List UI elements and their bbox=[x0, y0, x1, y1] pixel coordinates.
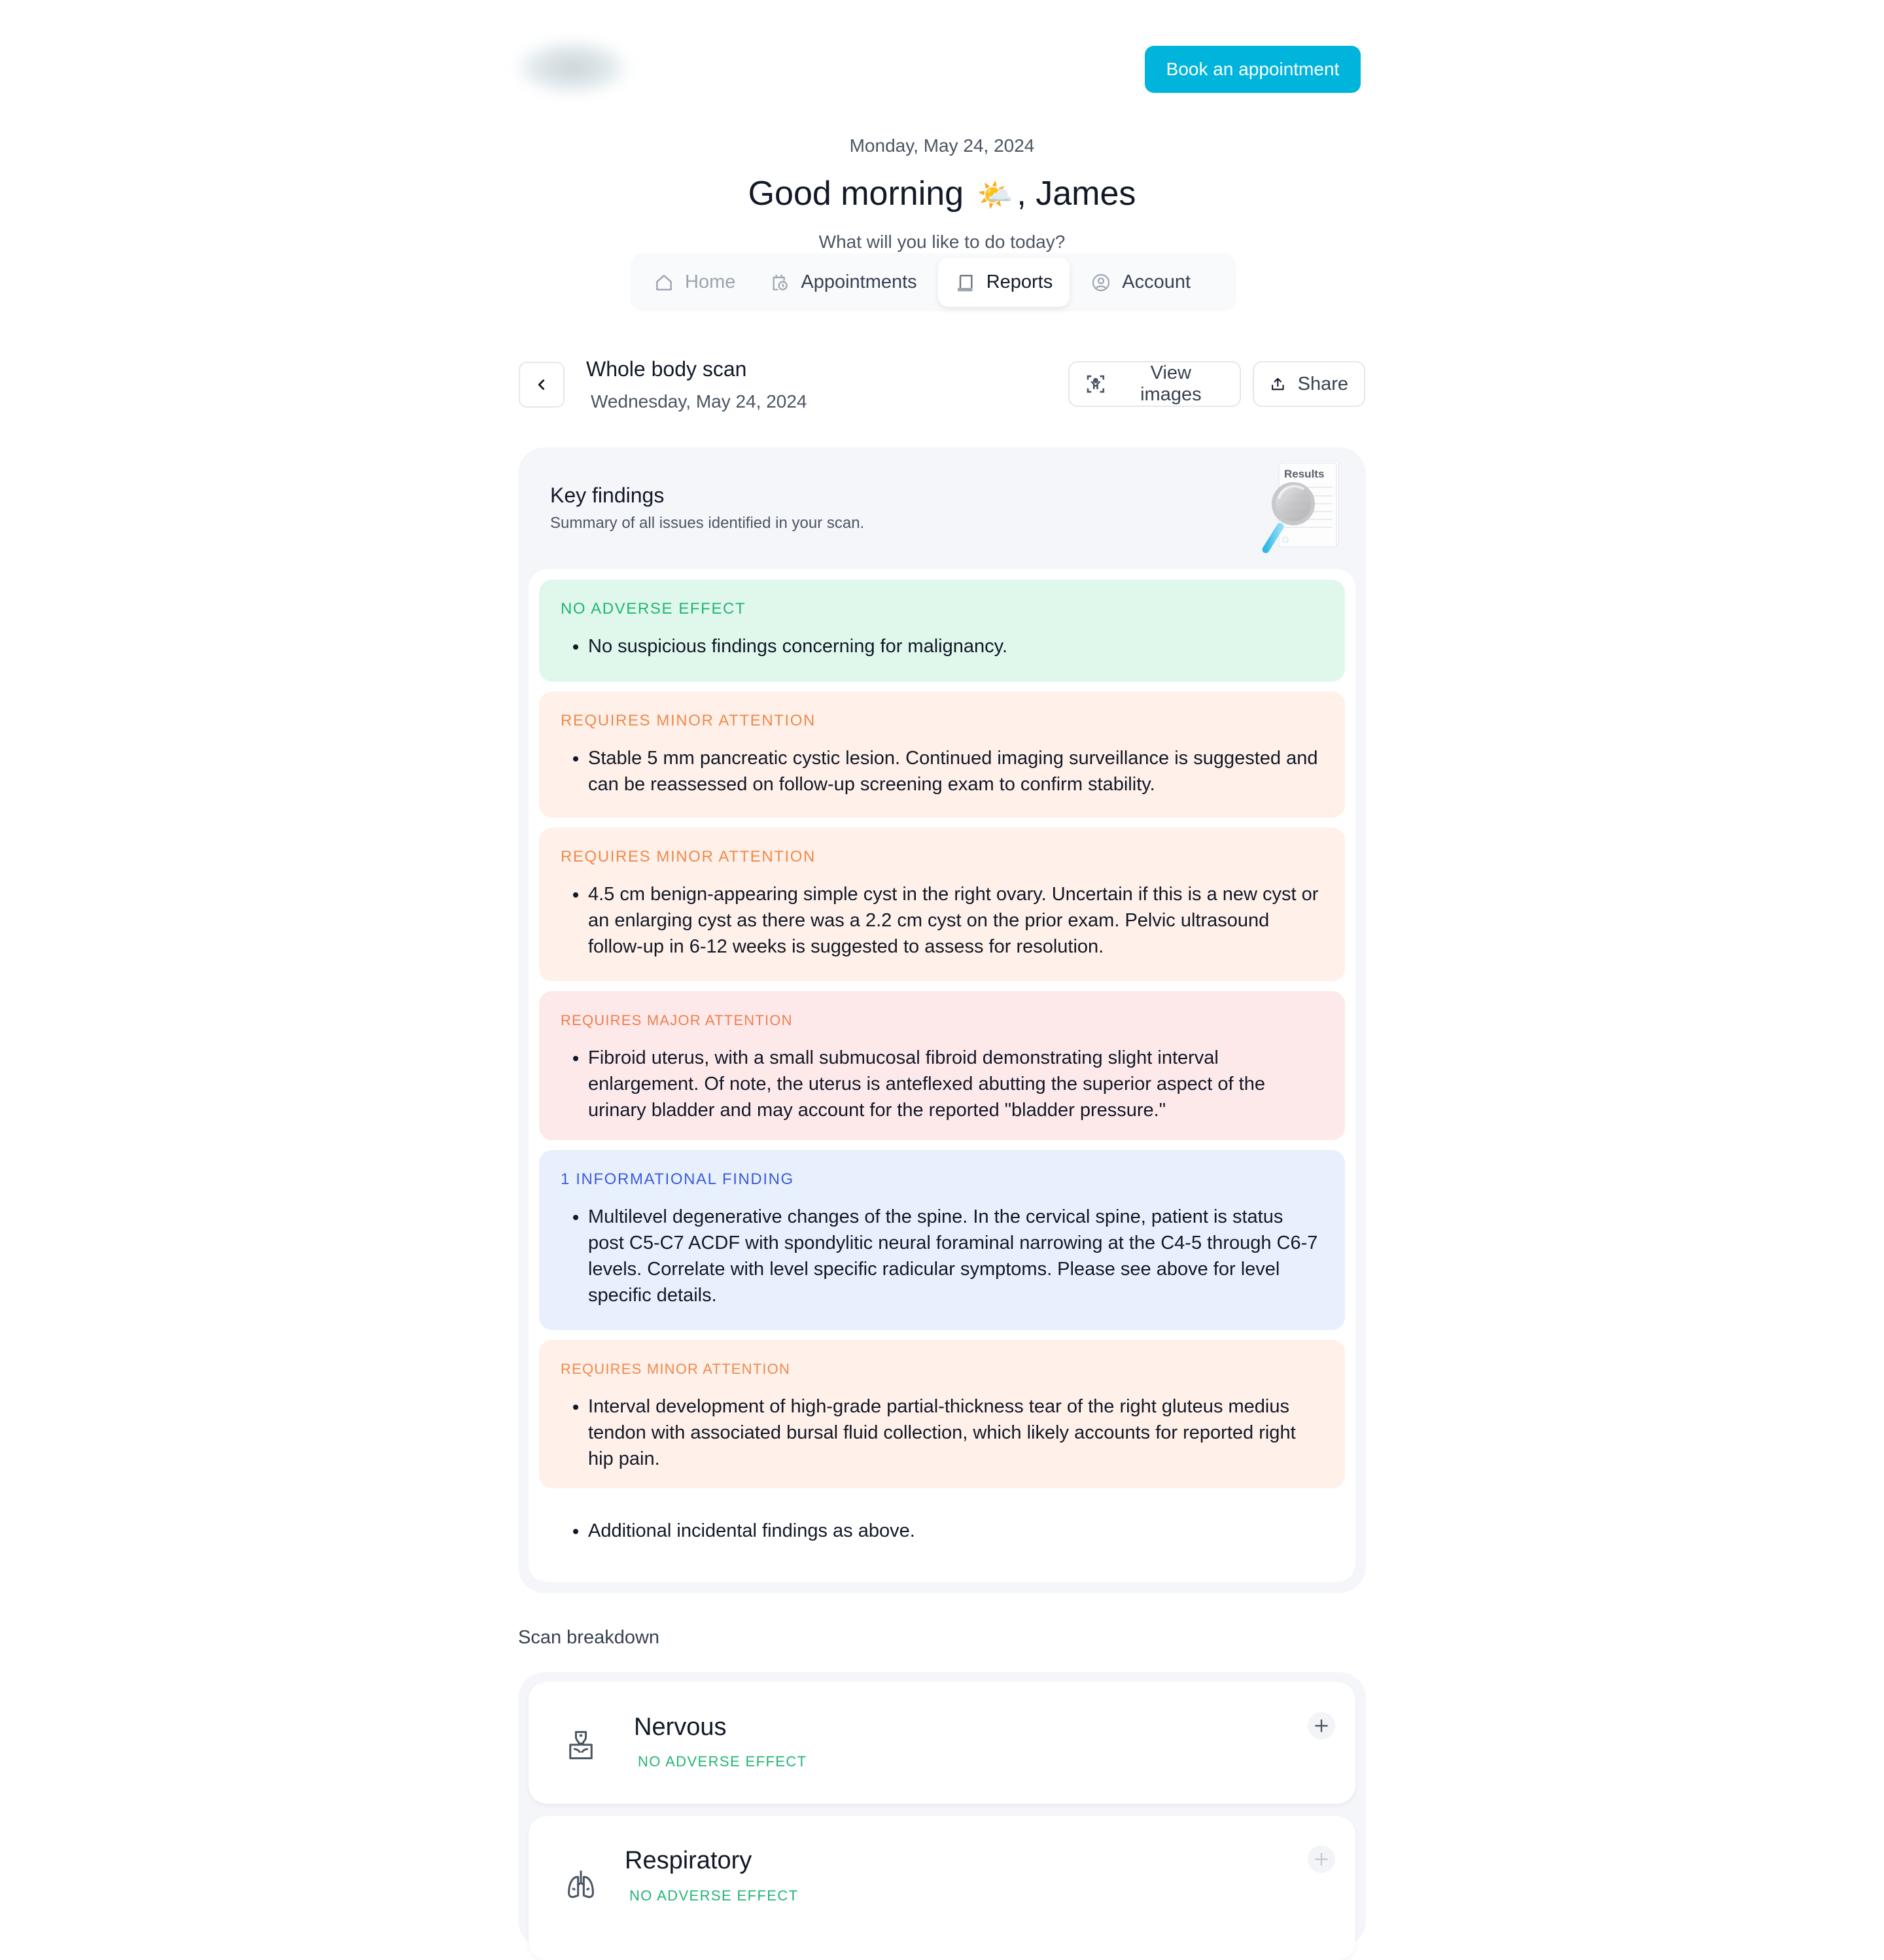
user-circle-icon bbox=[1092, 273, 1110, 291]
expand-button[interactable] bbox=[1308, 1712, 1335, 1740]
view-images-label: View images bbox=[1140, 362, 1202, 405]
finding-card: 1 INFORMATIONAL FINDING Multilevel degen… bbox=[539, 1150, 1345, 1330]
greeting-prefix: Good morning bbox=[748, 175, 964, 213]
finding-status: REQUIRES MINOR ATTENTION bbox=[561, 848, 816, 866]
key-findings-list: NO ADVERSE EFFECT No suspicious findings… bbox=[529, 569, 1355, 1582]
view-images-button[interactable]: View images bbox=[1068, 361, 1241, 407]
additional-findings: Additional incidental findings as above. bbox=[539, 1498, 1345, 1565]
plus-icon bbox=[1315, 1719, 1328, 1732]
tab-reports[interactable]: Reports bbox=[937, 258, 1070, 307]
key-findings-subtitle: Summary of all issues identified in your… bbox=[550, 514, 865, 532]
finding-status: REQUIRES MINOR ATTENTION bbox=[561, 712, 816, 729]
finding-text: No suspicious findings concerning for ma… bbox=[588, 633, 1324, 659]
finding-status: REQUIRES MAJOR ATTENTION bbox=[561, 1012, 793, 1028]
finding-text: Multilevel degenerative changes of the s… bbox=[588, 1204, 1324, 1308]
tab-account[interactable]: Account bbox=[1073, 258, 1208, 307]
sun-cloud-icon: 🌤️ bbox=[977, 179, 1013, 212]
key-findings-title: Key findings bbox=[550, 483, 665, 507]
share-label: Share bbox=[1297, 373, 1348, 394]
greeting: Good morning 🌤️, James bbox=[518, 173, 1366, 217]
chevron-left-icon bbox=[538, 379, 545, 390]
results-text: Results bbox=[1284, 468, 1324, 480]
book-appointment-button[interactable]: Book an appointment bbox=[1145, 46, 1361, 93]
system-status: NO ADVERSE EFFECT bbox=[638, 1753, 807, 1770]
logo[interactable] bbox=[517, 41, 628, 94]
finding-text: Interval development of high-grade parti… bbox=[588, 1393, 1324, 1472]
current-date: Monday, May 24, 2024 bbox=[849, 135, 1035, 156]
results-magnifier-illustration: Results bbox=[1262, 461, 1339, 553]
report-icon bbox=[957, 274, 973, 291]
finding-status: 1 INFORMATIONAL FINDING bbox=[561, 1170, 794, 1188]
body-scan-icon bbox=[1087, 375, 1105, 393]
plus-icon bbox=[1315, 1853, 1328, 1866]
upload-share-icon bbox=[1272, 377, 1284, 391]
tab-reports-label: Reports bbox=[986, 271, 1053, 292]
finding-card: NO ADVERSE EFFECT No suspicious findings… bbox=[539, 580, 1345, 682]
nervous-system-icon bbox=[569, 1730, 593, 1760]
tab-home[interactable]: Home bbox=[635, 258, 752, 307]
tab-appointments-label: Appointments bbox=[801, 271, 917, 292]
report-title: Whole body scan bbox=[586, 357, 747, 381]
report-date: Wednesday, May 24, 2024 bbox=[591, 391, 807, 411]
scan-breakdown-label: Scan breakdown bbox=[518, 1627, 660, 1648]
system-name: Respiratory bbox=[625, 1847, 752, 1874]
system-card-nervous[interactable]: Nervous NO ADVERSE EFFECT bbox=[529, 1682, 1355, 1804]
main-tabs: Home Appointments Reports Account bbox=[630, 253, 1236, 311]
expand-button[interactable] bbox=[1308, 1846, 1335, 1873]
share-button[interactable]: Share bbox=[1253, 361, 1365, 407]
greeting-subtitle: What will you like to do today? bbox=[818, 232, 1066, 252]
finding-text: 4.5 cm benign-appearing simple cyst in t… bbox=[588, 881, 1324, 960]
greeting-name: , James bbox=[1017, 175, 1136, 213]
finding-status: NO ADVERSE EFFECT bbox=[561, 600, 746, 618]
tab-appointments[interactable]: Appointments bbox=[752, 258, 933, 307]
lungs-icon bbox=[568, 1870, 594, 1899]
calendar-clock-icon bbox=[773, 274, 788, 290]
finding-text: Stable 5 mm pancreatic cystic lesion. Co… bbox=[588, 745, 1324, 797]
finding-text: Fibroid uterus, with a small submucosal … bbox=[588, 1045, 1324, 1123]
back-button[interactable] bbox=[519, 362, 565, 408]
finding-card: REQUIRES MAJOR ATTENTION Fibroid uterus,… bbox=[539, 991, 1345, 1140]
tab-home-label: Home bbox=[685, 271, 736, 292]
system-name: Nervous bbox=[634, 1713, 727, 1741]
home-icon bbox=[656, 274, 672, 290]
finding-card: REQUIRES MINOR ATTENTION 4.5 cm benign-a… bbox=[539, 828, 1345, 981]
additional-findings-text: Additional incidental findings as above. bbox=[588, 1518, 1324, 1544]
system-status: NO ADVERSE EFFECT bbox=[629, 1887, 799, 1904]
tab-account-label: Account bbox=[1122, 271, 1191, 292]
finding-card: REQUIRES MINOR ATTENTION Stable 5 mm pan… bbox=[539, 691, 1345, 818]
finding-card: REQUIRES MINOR ATTENTION Interval develo… bbox=[539, 1340, 1345, 1488]
system-card-respiratory[interactable]: Respiratory NO ADVERSE EFFECT bbox=[529, 1816, 1355, 1960]
finding-status: REQUIRES MINOR ATTENTION bbox=[561, 1361, 791, 1377]
